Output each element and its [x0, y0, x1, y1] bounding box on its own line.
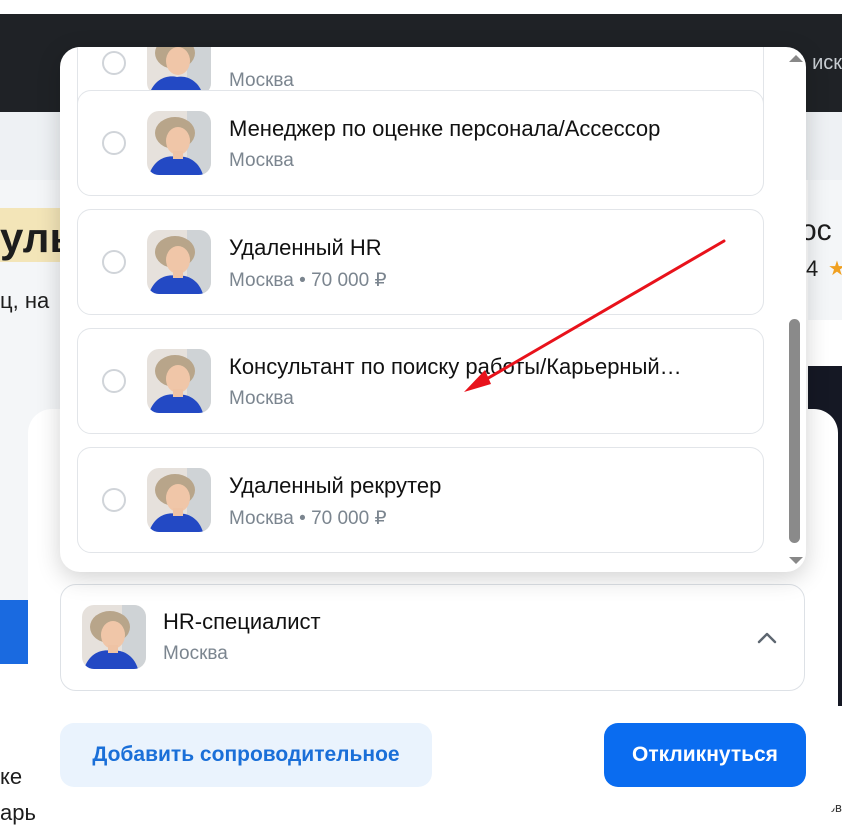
annotation-arrow-icon	[464, 239, 726, 392]
